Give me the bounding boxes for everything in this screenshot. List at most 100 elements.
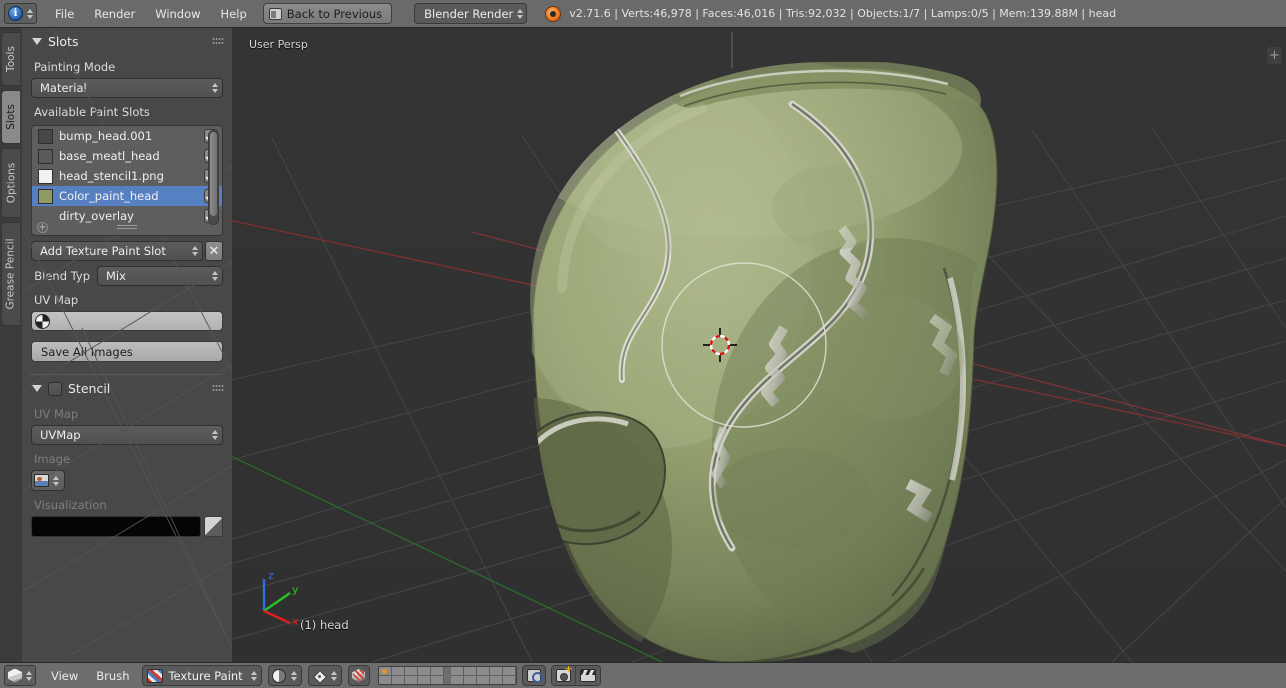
- viewport-sidebar-toggle[interactable]: +: [1267, 47, 1282, 64]
- layer-cell[interactable]: [477, 667, 490, 676]
- linked-copy-button[interactable]: [522, 665, 546, 686]
- remove-slot-button[interactable]: ✕: [205, 241, 223, 261]
- layer-cell[interactable]: [490, 676, 503, 685]
- occlude-geometry-icon: [352, 669, 365, 682]
- tab-options[interactable]: Options: [1, 148, 20, 218]
- menu-window[interactable]: Window: [145, 4, 210, 24]
- layer-cell[interactable]: [451, 667, 464, 676]
- render-animation-button[interactable]: [576, 666, 600, 685]
- slot-name: base_meatl_head: [59, 149, 198, 163]
- 3d-view-editor-icon: [8, 669, 22, 683]
- editor-type-selector-info[interactable]: i: [4, 3, 37, 24]
- blend-type-dropdown[interactable]: Mix: [97, 266, 223, 286]
- layer-group-left[interactable]: [379, 667, 444, 684]
- scene-layers-widget[interactable]: [378, 666, 517, 685]
- painting-mode-value: Material: [40, 81, 87, 95]
- menu-brush[interactable]: Brush: [87, 666, 138, 686]
- layer-cell[interactable]: [379, 667, 392, 676]
- stencil-visualization-color[interactable]: [31, 516, 201, 537]
- menu-file[interactable]: File: [45, 4, 84, 24]
- stencil-enable-checkbox[interactable]: [48, 382, 62, 396]
- layer-cell[interactable]: [477, 676, 490, 685]
- render-animation-icon: [580, 669, 596, 682]
- menu-help[interactable]: Help: [211, 4, 257, 24]
- stencil-panel-header[interactable]: Stencil: [22, 375, 232, 400]
- add-texture-paint-slot-label: Add Texture Paint Slot: [40, 244, 166, 258]
- add-camera-icon: [556, 669, 571, 682]
- layer-cell[interactable]: [379, 676, 392, 685]
- tab-grease-pencil[interactable]: Grease Pencil: [1, 222, 20, 326]
- tab-options-label: Options: [5, 163, 17, 204]
- chevron-updown-icon: [210, 430, 219, 440]
- tab-slots[interactable]: Slots: [1, 90, 20, 144]
- layer-cell[interactable]: [405, 667, 418, 676]
- viewport-grid: [232, 28, 1286, 662]
- list-scrollbar[interactable]: [208, 130, 219, 225]
- chevron-updown-icon: [24, 671, 33, 681]
- list-item-selected[interactable]: Color_paint_head: [32, 186, 222, 206]
- save-all-images-button[interactable]: Save All Images: [31, 341, 223, 362]
- add-texture-paint-slot-dropdown[interactable]: Add Texture Paint Slot: [31, 241, 203, 261]
- stencil-image-label: Image: [22, 445, 232, 470]
- blend-type-label: Blend Typ: [31, 269, 97, 283]
- svg-text:z: z: [268, 569, 274, 582]
- stencil-uv-map-dropdown[interactable]: UVMap: [31, 425, 223, 445]
- layer-cell[interactable]: [392, 667, 405, 676]
- render-buttons-group[interactable]: [551, 665, 601, 686]
- axis-gizmo: z y x: [250, 567, 310, 627]
- slot-name: Color_paint_head: [59, 189, 198, 203]
- list-item[interactable]: bump_head.001: [32, 126, 222, 146]
- tab-grease-pencil-label: Grease Pencil: [5, 238, 17, 309]
- layer-cell[interactable]: [431, 676, 444, 685]
- add-camera-button[interactable]: [552, 666, 576, 685]
- layer-cell[interactable]: [392, 676, 405, 685]
- uv-map-field[interactable]: [31, 311, 223, 331]
- menu-render[interactable]: Render: [84, 4, 145, 24]
- tool-tab-column: Tools Slots Options Grease Pencil: [0, 28, 22, 662]
- tab-tools[interactable]: Tools: [1, 32, 20, 86]
- back-to-previous-button[interactable]: Back to Previous: [263, 3, 392, 24]
- occlude-geometry-button[interactable]: [348, 665, 370, 686]
- editor-type-selector-3dview[interactable]: [4, 665, 36, 686]
- 3d-viewport[interactable]: User Persp (1) head z y x +: [232, 28, 1286, 662]
- add-slot-icon[interactable]: +: [37, 222, 48, 233]
- chevron-updown-icon: [210, 83, 219, 93]
- texture-paint-icon: [147, 669, 163, 683]
- stencil-image-selector[interactable]: [31, 470, 65, 491]
- viewport-shading-dropdown[interactable]: [268, 665, 302, 686]
- painting-mode-dropdown[interactable]: Material: [31, 78, 223, 98]
- chevron-updown-icon: [210, 271, 219, 281]
- slots-panel-header[interactable]: Slots: [22, 28, 232, 53]
- info-editor-icon: i: [8, 6, 23, 21]
- pivot-point-dropdown[interactable]: [308, 665, 342, 686]
- slots-panel-title: Slots: [48, 34, 78, 49]
- painting-mode-label: Painting Mode: [22, 53, 232, 78]
- uv-map-label: UV Map: [22, 286, 232, 311]
- layer-cell[interactable]: [503, 667, 516, 676]
- layer-cell[interactable]: [490, 667, 503, 676]
- layer-cell[interactable]: [464, 676, 477, 685]
- layer-cell[interactable]: [405, 676, 418, 685]
- blend-type-value: Mix: [106, 269, 126, 283]
- chevron-updown-icon: [51, 476, 60, 486]
- layer-cell[interactable]: [451, 676, 464, 685]
- pivot-point-icon: [312, 669, 326, 683]
- list-item[interactable]: head_stencil1.png: [32, 166, 222, 186]
- layer-cell[interactable]: [418, 676, 431, 685]
- layer-cell[interactable]: [503, 676, 516, 685]
- stencil-alpha-swatch[interactable]: [204, 516, 223, 537]
- layer-cell[interactable]: [418, 667, 431, 676]
- uv-map-icon: [35, 314, 50, 329]
- blender-logo-icon: [545, 6, 561, 22]
- layer-cell[interactable]: [431, 667, 444, 676]
- list-item[interactable]: base_meatl_head: [32, 146, 222, 166]
- available-paint-slots-label: Available Paint Slots: [22, 98, 232, 123]
- menu-view[interactable]: View: [42, 666, 87, 686]
- layer-group-right[interactable]: [451, 667, 516, 684]
- render-engine-dropdown[interactable]: Blender Render: [414, 3, 527, 24]
- interaction-mode-dropdown[interactable]: Texture Paint: [142, 665, 261, 686]
- paint-slot-list[interactable]: bump_head.001 base_meatl_head head_stenc…: [31, 125, 223, 236]
- list-footer: +: [32, 219, 222, 235]
- list-resize-grip[interactable]: [117, 225, 137, 231]
- layer-cell[interactable]: [464, 667, 477, 676]
